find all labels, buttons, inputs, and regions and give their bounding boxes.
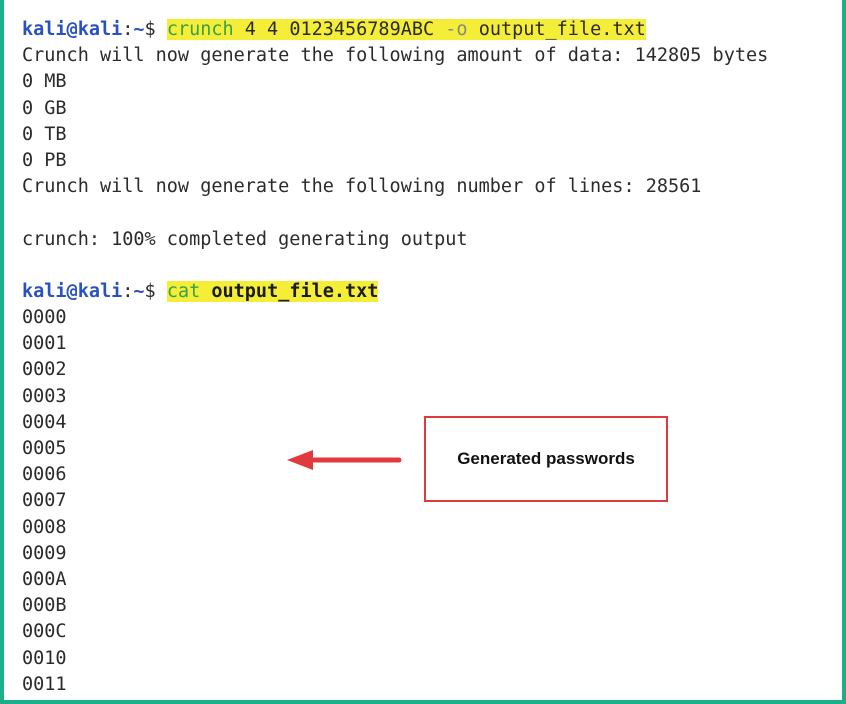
command-args: 4 4 0123456789ABC	[244, 19, 435, 40]
command-line-crunch: kali@kali:~$ crunch 4 4 0123456789ABC -o…	[22, 17, 846, 43]
prompt-path: ~	[133, 280, 145, 302]
password-line: 0010	[22, 647, 67, 669]
prompt-user: kali@kali	[22, 19, 123, 40]
password-line: 0002	[22, 359, 67, 381]
prompt-user: kali@kali	[22, 280, 123, 302]
password-line: 0000	[22, 307, 67, 329]
password-line: 000A	[22, 568, 67, 590]
password-line: 0003	[22, 385, 67, 407]
password-line: 0011	[22, 673, 67, 695]
prompt-path: ~	[133, 19, 145, 40]
password-line: 0009	[22, 542, 67, 564]
screenshot-frame: kali@kali:~$ crunch 4 4 0123456789ABC -o…	[0, 0, 846, 704]
output-line: Crunch will now generate the following n…	[22, 176, 702, 198]
annotation-callout: Generated passwords	[424, 416, 668, 502]
command-line-cat: kali@kali:~$ cat output_file.txt	[22, 279, 846, 305]
password-line: 0008	[22, 516, 67, 538]
prompt-symbol: $	[144, 19, 156, 40]
output-line: 0 TB	[22, 123, 67, 145]
prompt-colon: :	[122, 19, 134, 40]
output-line: 0 PB	[22, 149, 67, 171]
output-line: 0 MB	[22, 71, 67, 93]
password-line: 000B	[22, 595, 67, 617]
password-line: 000C	[22, 621, 67, 643]
command-name: crunch	[166, 19, 234, 40]
command-file: output_file.txt	[478, 19, 646, 40]
output-line: 0 GB	[22, 97, 67, 119]
output-line: Crunch will now generate the following a…	[22, 45, 769, 67]
command-file: output_file.txt	[211, 280, 379, 302]
command-name: cat	[166, 280, 201, 302]
command-highlight: cat output_file.txt	[166, 280, 379, 302]
prompt-colon: :	[122, 280, 134, 302]
command-flag: -o	[445, 19, 468, 40]
terminal-output: kali@kali:~$ crunch 4 4 0123456789ABC -o…	[22, 17, 846, 698]
annotation-label: Generated passwords	[457, 449, 635, 468]
left-arrow-icon	[287, 450, 402, 470]
command-highlight: crunch 4 4 0123456789ABC -o output_file.…	[166, 19, 646, 40]
prompt-symbol: $	[144, 280, 156, 302]
output-line: crunch: 100% completed generating output	[22, 228, 468, 250]
password-line: 0001	[22, 333, 67, 355]
